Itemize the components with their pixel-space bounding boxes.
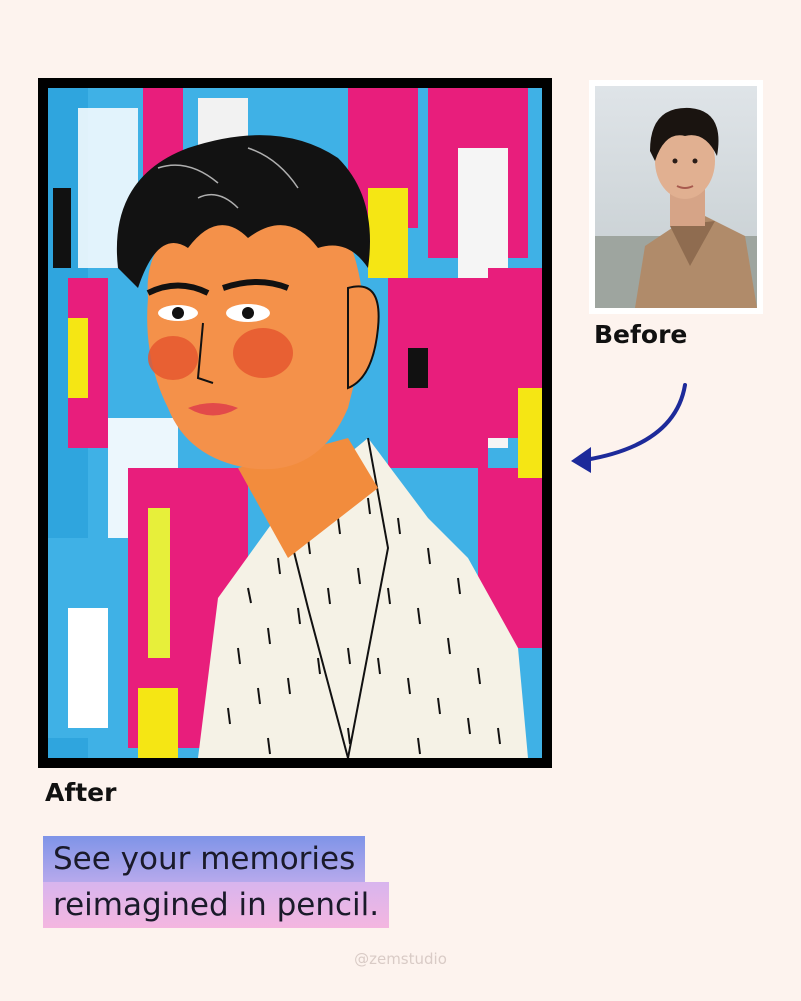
portrait-photo-image — [595, 86, 757, 308]
curved-arrow-icon — [571, 383, 687, 473]
caption-line-2: reimagined in pencil. — [43, 882, 390, 928]
studio-handle: @zemstudio — [354, 950, 447, 968]
caption: See your memories reimagined in pencil. — [43, 836, 390, 928]
caption-line-1: See your memories — [43, 836, 366, 882]
before-label: Before — [594, 320, 688, 349]
after-label: After — [45, 778, 117, 807]
before-photo-frame — [589, 80, 763, 314]
after-painting-frame — [38, 78, 552, 768]
painted-portrait-image — [48, 88, 542, 758]
